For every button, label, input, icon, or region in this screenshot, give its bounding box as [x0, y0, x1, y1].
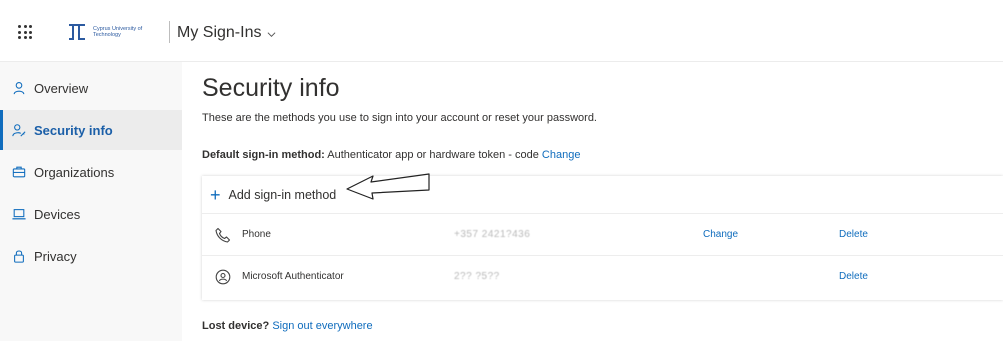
sidebar-item-label: Devices	[34, 206, 81, 222]
app-title-dropdown[interactable]: My Sign-Ins	[177, 24, 276, 42]
sidebar: Overview Security info Organizations Dev…	[0, 62, 182, 341]
page-title: Security info	[202, 74, 340, 102]
sidebar-item-label: Privacy	[34, 248, 77, 264]
lost-device-line: Lost device? Sign out everywhere	[202, 320, 373, 332]
plus-icon: +	[210, 184, 221, 205]
briefcase-icon	[12, 166, 26, 178]
sidebar-item-label: Organizations	[34, 164, 115, 180]
sidebar-item-organizations[interactable]: Organizations	[0, 152, 182, 192]
key-person-icon	[12, 124, 26, 137]
authenticator-icon	[215, 269, 231, 285]
person-icon	[13, 82, 25, 95]
sidebar-item-label: Security info	[34, 122, 113, 138]
default-method-value: Authenticator app or hardware token - co…	[327, 149, 539, 161]
method-value: +357 2421?436	[454, 229, 531, 240]
methods-card: + Add sign-in method Phone +357 2421?436…	[202, 176, 1003, 300]
top-header: Cyprus University of Technology My Sign-…	[0, 0, 1003, 62]
app-title: My Sign-Ins	[177, 24, 262, 41]
method-name: Microsoft Authenticator	[242, 271, 344, 282]
delete-method-link[interactable]: Delete	[839, 229, 868, 240]
add-sign-in-method-button[interactable]: + Add sign-in method	[202, 176, 1003, 213]
sign-out-everywhere-link[interactable]: Sign out everywhere	[272, 320, 372, 332]
lost-device-label: Lost device?	[202, 320, 270, 332]
method-row-authenticator: Microsoft Authenticator 2?? ?5?? Delete	[202, 255, 1003, 297]
main-content: Security info These are the methods you …	[202, 62, 1003, 341]
default-method-label: Default sign-in method:	[202, 149, 325, 161]
method-row-phone: Phone +357 2421?436 Change Delete	[202, 213, 1003, 255]
cut-logo-icon	[69, 24, 85, 40]
sidebar-item-security-info[interactable]: Security info	[0, 110, 182, 150]
organization-logo[interactable]: Cyprus University of Technology	[67, 22, 149, 42]
header-divider	[169, 21, 170, 43]
page-subtitle: These are the methods you use to sign in…	[202, 112, 597, 124]
delete-method-link[interactable]: Delete	[839, 271, 868, 282]
lock-icon	[14, 250, 24, 263]
sidebar-item-label: Overview	[34, 80, 89, 96]
method-value: 2?? ?5??	[454, 271, 500, 282]
method-name: Phone	[242, 229, 271, 240]
logo-text: Cyprus University of Technology	[93, 26, 143, 38]
app-launcher-icon[interactable]	[18, 25, 32, 39]
add-method-label: Add sign-in method	[228, 187, 337, 202]
sidebar-item-devices[interactable]: Devices	[0, 194, 182, 234]
sidebar-item-overview[interactable]: Overview	[0, 68, 182, 108]
annotation-arrow-icon	[346, 173, 430, 200]
change-method-link[interactable]: Change	[703, 229, 738, 240]
laptop-icon	[12, 209, 26, 220]
sidebar-item-privacy[interactable]: Privacy	[0, 236, 182, 276]
default-method-line: Default sign-in method: Authenticator ap…	[202, 149, 580, 161]
chevron-down-icon	[268, 31, 276, 37]
change-default-method-link[interactable]: Change	[542, 149, 581, 161]
phone-icon	[215, 227, 231, 243]
